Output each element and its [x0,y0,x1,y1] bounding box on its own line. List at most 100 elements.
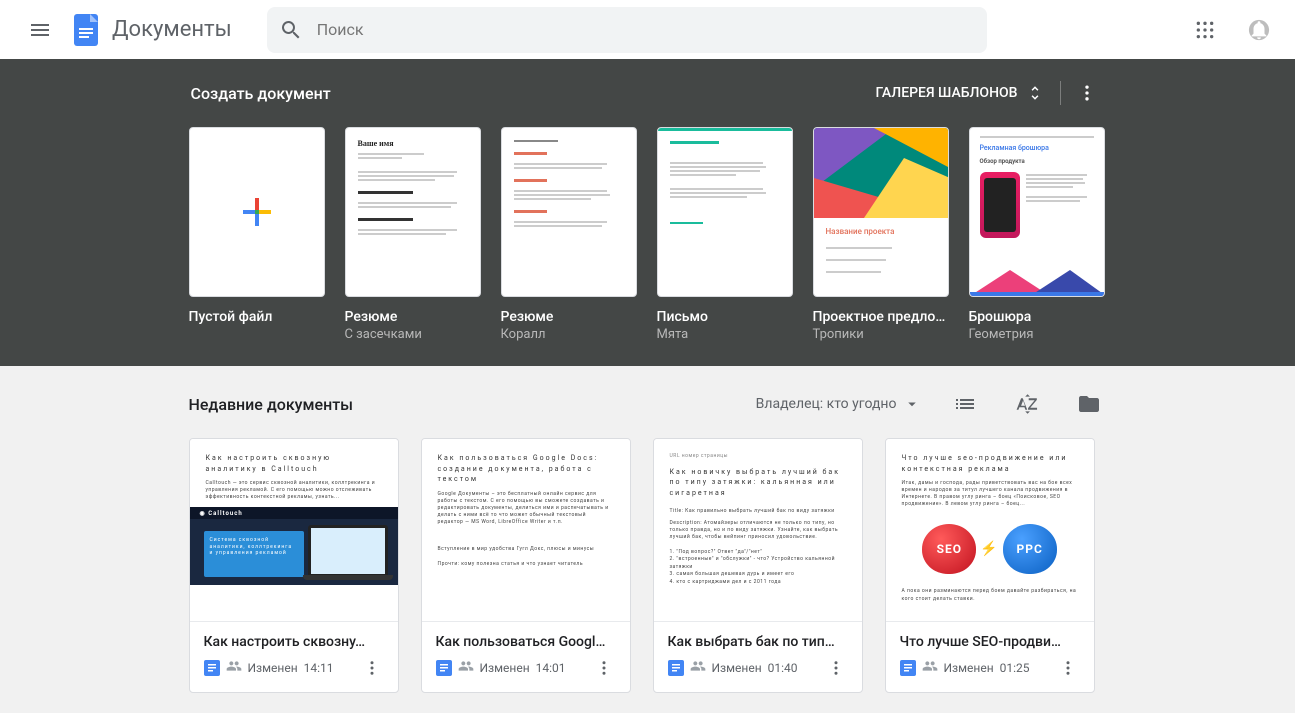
logo-area[interactable]: Документы [68,12,232,48]
template-more-button[interactable] [1069,75,1105,111]
template-thumb: Название проекта [813,127,949,297]
template-controls: ГАЛЕРЕЯ ШАБЛОНОВ [867,75,1104,111]
template-gallery-button[interactable]: ГАЛЕРЕЯ ШАБЛОНОВ [867,76,1051,110]
document-modified-label: Изменен [712,661,762,675]
recent-controls: Владелец: кто угодно [756,386,1107,422]
template-thumb [501,127,637,297]
dropdown-arrow-icon [903,395,921,413]
document-meta: Изменен 14:11 [204,656,384,680]
template-blank[interactable]: Пустой файл [189,127,325,342]
document-time: 14:11 [304,661,334,675]
docs-file-icon [436,660,452,676]
document-info: Как выбрать бак по тип… Изменен 01:40 [654,621,862,692]
document-time: 14:01 [536,661,566,675]
search-icon [279,18,303,42]
template-label: Резюме [345,309,481,325]
recent-documents-section: Недавние документы Владелец: кто угодно [0,366,1295,713]
template-brochure-geometry[interactable]: Рекламная брошюраОбзор продукта Брошюра … [969,127,1105,342]
document-title: Как настроить сквозну… [204,634,384,650]
document-meta: Изменен 14:01 [436,656,616,680]
template-thumb-blank [189,127,325,297]
document-more-button[interactable] [824,656,848,680]
recent-section-title: Недавние документы [189,395,354,414]
apps-grid-icon [1195,20,1215,40]
docs-file-icon [900,660,916,676]
template-sublabel: Тропики [813,327,949,342]
document-thumb: URL номер страницы Как новичку выбрать л… [654,439,862,621]
document-more-button[interactable] [1056,656,1080,680]
template-resume-coral[interactable]: Резюме Коралл [501,127,637,342]
bell-icon [1248,19,1270,41]
template-thumb [657,127,793,297]
document-thumb: Как настроить сквозную аналитику в Callt… [190,439,398,621]
document-meta: Изменен 01:40 [668,656,848,680]
template-label: Письмо [657,309,793,325]
shared-icon [226,658,242,678]
document-modified-label: Изменен [944,661,994,675]
document-card[interactable]: Как пользоваться Google Docs: создание д… [421,438,631,693]
more-vert-icon [595,659,613,677]
document-modified-label: Изменен [480,661,530,675]
document-title: Как выбрать бак по тип… [668,634,848,650]
docs-file-icon [668,660,684,676]
owner-filter-dropdown[interactable]: Владелец: кто угодно [756,395,921,413]
template-label: Пустой файл [189,309,325,325]
document-card[interactable]: Как настроить сквозную аналитику в Callt… [189,438,399,693]
folder-icon [1077,392,1101,416]
shared-icon [690,658,706,678]
docs-logo-icon [68,12,104,48]
more-vert-icon [827,659,845,677]
document-thumb: Как пользоваться Google Docs: создание д… [422,439,630,621]
template-row: Пустой файл Ваше имя Резюме С засечками … [189,127,1107,342]
template-letter-mint[interactable]: Письмо Мята [657,127,793,342]
divider [1060,81,1061,105]
template-label: Проектное предло… [813,309,949,325]
plus-icon [233,188,281,236]
document-more-button[interactable] [592,656,616,680]
header: Документы [0,0,1295,59]
shared-icon [922,658,938,678]
hamburger-icon [28,18,52,42]
document-more-button[interactable] [360,656,384,680]
recent-grid: Как настроить сквозную аналитику в Callt… [189,438,1107,693]
template-thumb: Рекламная брошюраОбзор продукта [969,127,1105,297]
more-vert-icon [363,659,381,677]
owner-filter-label: Владелец: кто угодно [756,396,897,412]
sort-button[interactable] [1009,386,1045,422]
document-thumb: Что лучше seo-продвижение или контекстна… [886,439,1094,621]
google-apps-button[interactable] [1185,10,1225,50]
template-sublabel: С засечками [345,327,481,342]
document-card[interactable]: Что лучше seo-продвижение или контекстна… [885,438,1095,693]
more-vert-icon [1059,659,1077,677]
document-time: 01:25 [1000,661,1030,675]
document-title: Что лучше SEO-продви… [900,634,1080,650]
header-right [1185,10,1279,50]
document-modified-label: Изменен [248,661,298,675]
template-thumb: Ваше имя [345,127,481,297]
template-resume-serif[interactable]: Ваше имя Резюме С засечками [345,127,481,342]
document-meta: Изменен 01:25 [900,656,1080,680]
folder-button[interactable] [1071,386,1107,422]
document-info: Как настроить сквозну… Изменен 14:11 [190,621,398,692]
list-view-button[interactable] [947,386,983,422]
document-info: Как пользоваться Googl… Изменен 14:01 [422,621,630,692]
search-box[interactable] [267,7,987,53]
docs-file-icon [204,660,220,676]
template-header: Создать документ ГАЛЕРЕЯ ШАБЛОНОВ [189,75,1107,111]
template-gallery-section: Создать документ ГАЛЕРЕЯ ШАБЛОНОВ Пустой… [0,59,1295,366]
document-card[interactable]: URL номер страницы Как новичку выбрать л… [653,438,863,693]
template-sublabel: Мята [657,327,793,342]
gallery-button-label: ГАЛЕРЕЯ ШАБЛОНОВ [875,85,1017,101]
template-label: Брошюра [969,309,1105,325]
template-label: Резюме [501,309,637,325]
search-input[interactable] [317,20,975,39]
recent-header: Недавние документы Владелец: кто угодно [189,386,1107,422]
document-info: Что лучше SEO-продви… Изменен 01:25 [886,621,1094,692]
app-title: Документы [112,17,232,42]
more-vert-icon [1077,83,1097,103]
template-proposal-tropics[interactable]: Название проекта Проектное предло… Тропи… [813,127,949,342]
main-menu-button[interactable] [16,6,64,54]
document-title: Как пользоваться Googl… [436,634,616,650]
notifications-button[interactable] [1239,10,1279,50]
list-icon [953,392,977,416]
